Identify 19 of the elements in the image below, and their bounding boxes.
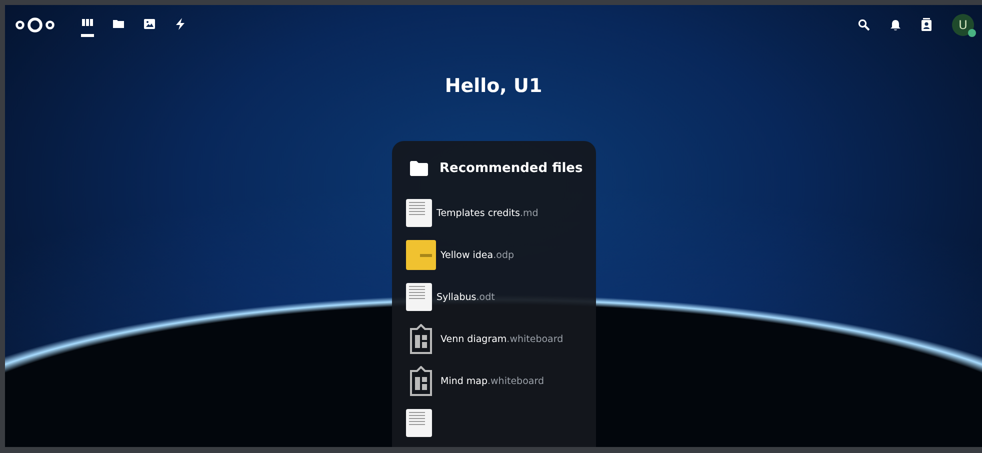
file-name[interactable]: Venn diagram.whiteboard: [440, 334, 564, 344]
greeting-heading: Hello, U1: [444, 75, 542, 97]
file-name[interactable]: Templates credits.md: [436, 208, 538, 218]
document-thumbnail: [406, 199, 432, 227]
logo-icon[interactable]: [15, 16, 55, 34]
search-icon[interactable]: [858, 19, 870, 31]
file-name[interactable]: Mind map.whiteboard: [440, 376, 544, 386]
presentation-thumbnail: [406, 240, 436, 270]
contacts-icon[interactable]: [921, 18, 932, 32]
file-name[interactable]: Yellow idea.odp: [440, 250, 514, 260]
whiteboard-icon: [408, 324, 432, 354]
folder-icon: [410, 161, 428, 176]
bell-icon[interactable]: [890, 19, 901, 31]
avatar[interactable]: U: [952, 14, 974, 36]
file-name[interactable]: Syllabus.odt: [436, 292, 495, 302]
whiteboard-icon: [408, 366, 432, 396]
document-thumbnail: [406, 409, 432, 437]
card-title: Recommended files: [440, 161, 583, 176]
document-thumbnail: [406, 283, 432, 311]
